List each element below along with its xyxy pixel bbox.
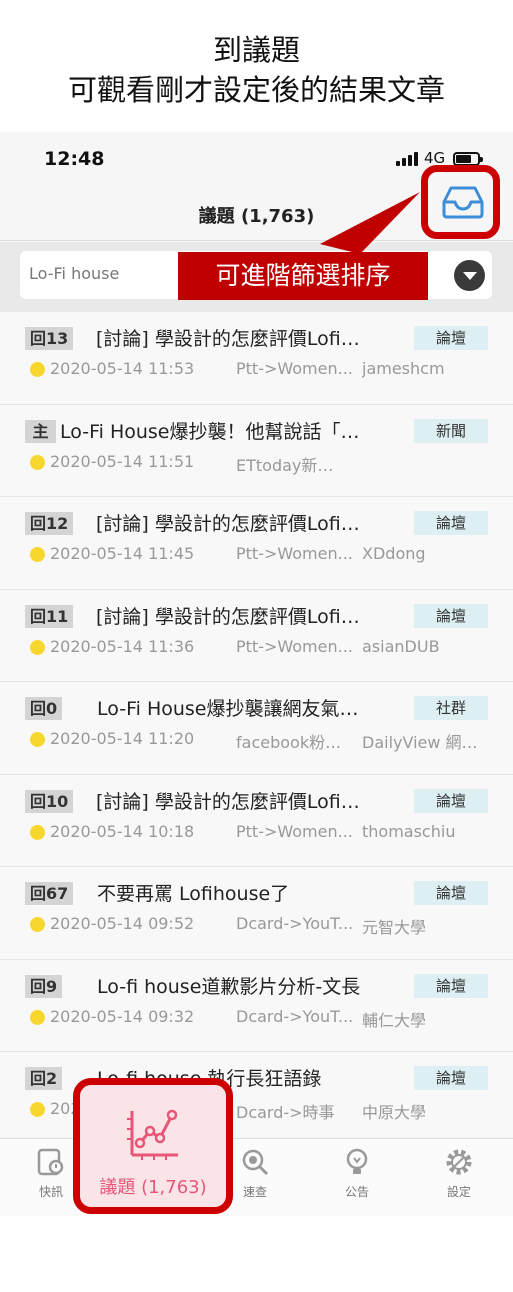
- post-source: Ptt->Women...: [236, 359, 353, 378]
- article-title: [討論] 學設計的怎麼評價Lofi…: [96, 513, 360, 535]
- advanced-filter-callout: 可進階篩選排序: [178, 252, 428, 300]
- magnifier-icon: [242, 1149, 269, 1176]
- list-item[interactable]: 回0 Lo-Fi House爆抄襲讓網友氣… 社群 2020-05-14 11:…: [0, 682, 513, 775]
- post-author: asianDUB: [362, 636, 440, 656]
- article-title: [討論] 學設計的怎麼評價Lofi…: [96, 328, 360, 350]
- article-title: 不要再罵 Lofihouse了: [97, 883, 290, 905]
- post-date: 2020-05-14 11:36: [50, 636, 195, 656]
- nav-bar: 議題 (1,763): [0, 165, 513, 241]
- sentiment-dot-icon: [30, 362, 45, 377]
- reply-count-badge: 回67: [25, 882, 74, 905]
- post-source: facebook粉…: [236, 733, 342, 752]
- status-time: 12:48: [44, 148, 105, 170]
- list-item[interactable]: 回11 [討論] 學設計的怎麼評價Lofi… 論壇 2020-05-14 11:…: [0, 590, 513, 682]
- post-date: 2020-05-14 10:18: [50, 821, 195, 841]
- sentiment-dot-icon: [30, 639, 45, 655]
- article-title: Lo-Fi House爆抄襲讓網友氣…: [97, 698, 359, 720]
- tab-settings-label: 設定: [446, 1185, 471, 1199]
- sentiment-dot-icon: [30, 824, 45, 840]
- post-source: Ptt->Women...: [236, 821, 353, 841]
- list-item[interactable]: 回9 Lo-fi house道歉影片分析-文長 論壇 2020-05-14 09…: [0, 960, 513, 1052]
- reply-count-badge: 主: [25, 419, 56, 443]
- reply-count-badge: 回13: [25, 327, 74, 350]
- list-item[interactable]: 回67 不要再罵 Lofihouse了 論壇 2020-05-14 09:52 …: [0, 867, 513, 960]
- article-title: Lo-fi house道歉影片分析-文長: [97, 975, 361, 998]
- reply-count-badge: 回9: [25, 974, 63, 998]
- post-date: 2020-05-14 11:53: [50, 359, 195, 378]
- post-source: Ptt->Women...: [236, 544, 353, 563]
- post-author: DailyView 網…: [362, 733, 478, 752]
- reply-count-badge: 回12: [25, 512, 74, 535]
- category-tag: 新聞: [414, 418, 488, 443]
- post-author: XDdong: [362, 544, 426, 563]
- post-source: ETtoday新…: [236, 455, 334, 475]
- post-date: 2020-05-14 11:45: [50, 544, 195, 563]
- sentiment-dot-icon: [30, 454, 45, 470]
- tab-topics-label: 議題 (1,763): [99, 1177, 207, 1198]
- lightbulb-icon: [346, 1148, 368, 1174]
- sentiment-dot-icon: [30, 917, 45, 932]
- line-chart-icon: [127, 1109, 178, 1160]
- post-author: thomaschiu: [362, 821, 456, 841]
- sentiment-dot-icon: [30, 1009, 45, 1025]
- tab-announcements[interactable]: 公告: [306, 1139, 408, 1216]
- category-tag: 論壇: [414, 1066, 488, 1090]
- tab-settings[interactable]: 設定: [408, 1139, 510, 1216]
- post-source: Dcard->YouT...: [236, 914, 354, 933]
- post-date: 2020-05-14 09:52: [50, 914, 195, 933]
- post-date: 2020-05-14 11:20: [50, 729, 195, 748]
- tab-topics[interactable]: 議題 (1,763): [73, 1078, 233, 1214]
- phone-screen: 12:48 4G 議題 (1,763) Lo-Fi house 可進階篩選排序: [0, 132, 513, 1216]
- news-tablet-icon: [37, 1148, 64, 1176]
- post-date: 2020-05-14 09:32: [50, 1006, 195, 1026]
- sentiment-dot-icon: [30, 547, 45, 562]
- list-item[interactable]: 主 Lo-Fi House爆抄襲！他幫說話「… 新聞 2020-05-14 11…: [0, 405, 513, 497]
- reply-count-badge: 回0: [25, 697, 63, 720]
- post-source: Dcard->YouT...: [236, 1006, 354, 1026]
- chevron-down-icon[interactable]: [454, 260, 485, 291]
- gear-icon: [446, 1149, 472, 1175]
- post-source: Ptt->Women...: [236, 636, 353, 656]
- list-item[interactable]: 回10 [討論] 學設計的怎麼評價Lofi… 論壇 2020-05-14 10:…: [0, 775, 513, 867]
- instruction-caption: 到議題 可觀看剛才設定後的結果文章: [0, 30, 513, 110]
- post-author: jameshcm: [362, 359, 445, 378]
- post-author: 元智大學: [362, 918, 427, 937]
- list-item[interactable]: 回13 [討論] 學設計的怎麼評價Lofi… 論壇 2020-05-14 11:…: [0, 312, 513, 405]
- caption-line-1: 到議題: [212, 33, 300, 67]
- article-title: Lo-Fi House爆抄襲！他幫說話「…: [60, 420, 360, 443]
- post-author: 輔仁大學: [362, 1010, 427, 1030]
- sentiment-dot-icon: [30, 1102, 45, 1117]
- caption-line-2: 可觀看剛才設定後的結果文章: [67, 73, 445, 107]
- sentiment-dot-icon: [30, 732, 45, 747]
- reply-count-badge: 回11: [25, 604, 74, 628]
- post-author: 中原大學: [362, 1103, 427, 1122]
- signal-strength-icon: [396, 152, 418, 166]
- category-tag: 論壇: [414, 603, 488, 628]
- category-tag: 論壇: [414, 326, 488, 350]
- post-date: 2020-05-14 11:51: [50, 451, 195, 471]
- tab-announcements-label: 公告: [344, 1185, 369, 1199]
- category-tag: 論壇: [414, 973, 488, 998]
- article-list[interactable]: 回13 [討論] 學設計的怎麼評價Lofi… 論壇 2020-05-14 11:…: [0, 312, 513, 1138]
- inbox-tray-icon: [442, 186, 484, 219]
- keyword-value: Lo-Fi house: [29, 264, 120, 283]
- post-source: Dcard->時事: [236, 1103, 335, 1122]
- battery-icon: [453, 152, 483, 166]
- article-title: [討論] 學設計的怎麼評價Lofi…: [96, 790, 360, 813]
- category-tag: 論壇: [414, 511, 488, 535]
- reply-count-badge: 回10: [25, 789, 74, 813]
- reply-count-badge: 回2: [25, 1067, 63, 1090]
- inbox-button[interactable]: [421, 165, 500, 239]
- category-tag: 社群: [414, 696, 488, 720]
- article-title: [討論] 學設計的怎麼評價Lofi…: [96, 605, 360, 628]
- category-tag: 論壇: [414, 788, 488, 813]
- list-item[interactable]: 回12 [討論] 學設計的怎麼評價Lofi… 論壇 2020-05-14 11:…: [0, 497, 513, 590]
- category-tag: 論壇: [414, 881, 488, 905]
